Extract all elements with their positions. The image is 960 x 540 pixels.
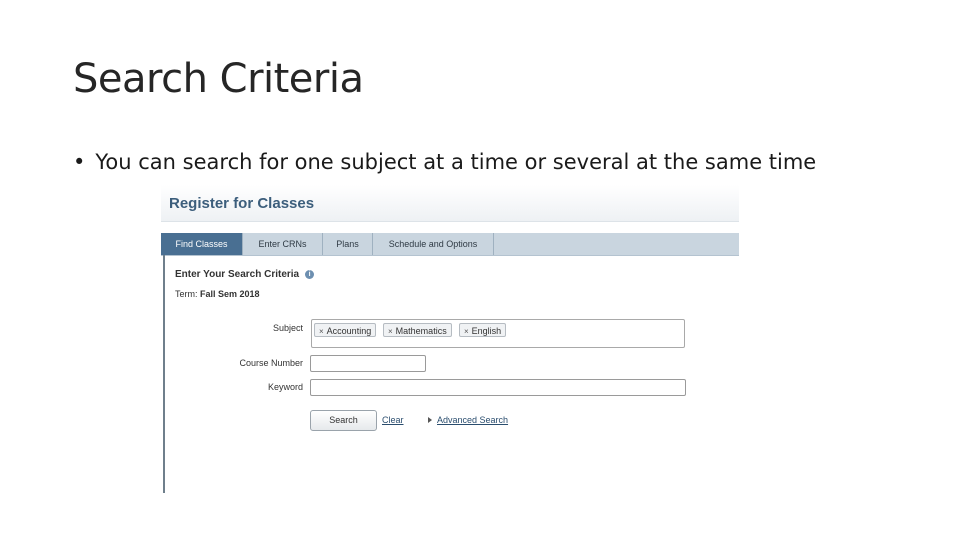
close-icon[interactable]: ×	[464, 327, 469, 336]
subject-chip-label: English	[471, 326, 502, 336]
term-label: Term:	[175, 289, 198, 299]
slide-bullet: • You can search for one subject at a tim…	[73, 150, 816, 174]
app-header-title: Register for Classes	[169, 195, 315, 212]
subject-chip[interactable]: × Accounting	[314, 323, 377, 337]
keyword-label: Keyword	[267, 382, 303, 392]
clear-link[interactable]: Clear	[382, 415, 404, 425]
register-classes-screenshot: Register for Classes Find Classes Enter …	[161, 185, 739, 493]
search-button[interactable]: Search	[310, 410, 377, 431]
subject-label: Subject	[272, 323, 303, 333]
info-icon[interactable]: i	[305, 270, 315, 279]
subject-chip[interactable]: × Mathematics	[383, 323, 452, 337]
subject-chip[interactable]: × English	[459, 323, 507, 337]
close-icon[interactable]: ×	[319, 327, 324, 336]
bullet-text: You can search for one subject at a time…	[95, 150, 817, 174]
app-header: Register for Classes	[161, 185, 739, 222]
close-icon[interactable]: ×	[388, 327, 393, 336]
term-row: Term: Fall Sem 2018	[175, 289, 260, 299]
criteria-heading: Enter Your Search Criteria i	[175, 269, 315, 280]
tab-plans[interactable]: Plans	[323, 233, 373, 255]
term-value: Fall Sem 2018	[200, 289, 260, 299]
subject-chip-label: Accounting	[326, 326, 372, 336]
tab-enter-crns[interactable]: Enter CRNs	[243, 233, 323, 255]
tab-find-classes[interactable]: Find Classes	[161, 233, 243, 255]
triangle-right-icon	[428, 417, 432, 423]
advanced-search-link[interactable]: Advanced Search	[437, 415, 508, 425]
course-number-label: Course Number	[239, 358, 303, 368]
keyword-input[interactable]	[310, 379, 686, 396]
tab-schedule-and-options[interactable]: Schedule and Options	[373, 233, 494, 255]
tab-bar: Find Classes Enter CRNs Plans Schedule a…	[161, 233, 739, 256]
bullet-mark: •	[73, 150, 86, 174]
subject-chip-label: Mathematics	[395, 326, 447, 336]
criteria-heading-text: Enter Your Search Criteria	[175, 269, 300, 280]
course-number-input[interactable]	[310, 355, 426, 372]
subject-input[interactable]: × Accounting × Mathematics × English	[311, 319, 685, 348]
panel-border	[163, 255, 165, 493]
slide-title: Search Criteria	[73, 56, 364, 102]
